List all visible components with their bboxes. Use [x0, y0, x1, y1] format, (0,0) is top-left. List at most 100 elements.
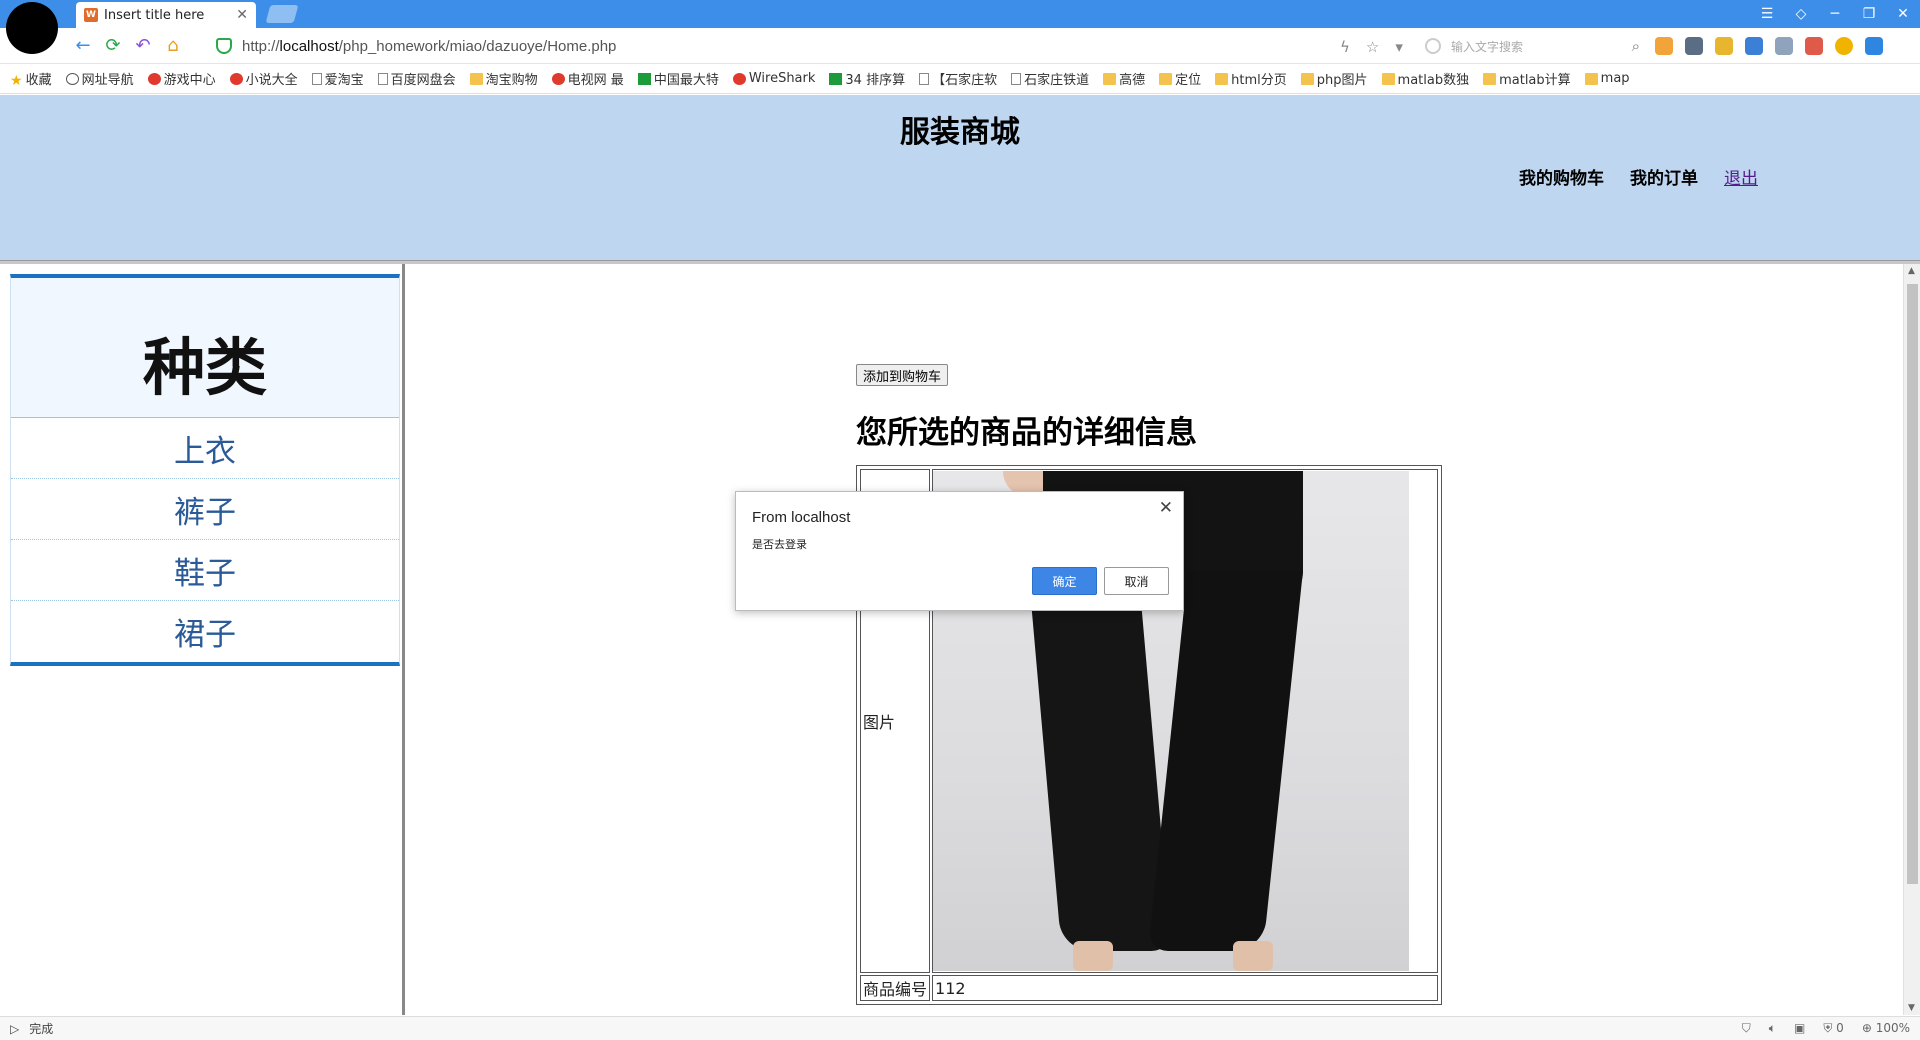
detail-title: 您所选的商品的详细信息 — [856, 415, 1197, 451]
scroll-down-icon[interactable]: ▼ — [1908, 1003, 1915, 1013]
reload-icon[interactable]: ⟳ — [98, 35, 128, 56]
green-icon — [637, 72, 651, 85]
bookmark-item[interactable]: 高德 — [1103, 69, 1145, 88]
key-icon[interactable] — [1715, 37, 1733, 55]
bookmark-label: 小说大全 — [245, 73, 298, 88]
zoom-level[interactable]: ⊕ 100% — [1862, 1021, 1910, 1036]
scissors-icon[interactable] — [1685, 37, 1703, 55]
page-icon — [311, 72, 322, 85]
menu-icon[interactable]: ☰ — [1750, 6, 1784, 22]
bookmark-item[interactable]: 爱淘宝 — [311, 69, 364, 88]
my-cart-link[interactable]: 我的购物车 — [1519, 164, 1604, 189]
alert-dialog: From localhost 是否去登录 ✕ 确定 取消 — [735, 491, 1184, 611]
page-scrollbar[interactable]: ▲ ▼ — [1903, 264, 1920, 1015]
bookmark-item[interactable]: 小说大全 — [229, 69, 298, 88]
status-bar: ▷ 完成 ⛉ 🔈︎ ▣ ⛨ 0 ⊕ 100% — [0, 1016, 1920, 1040]
category-item-shoes[interactable]: 鞋子 — [11, 540, 399, 601]
my-orders-link[interactable]: 我的订单 — [1630, 164, 1698, 189]
add-to-cart-button[interactable]: 添加到购物车 — [856, 364, 949, 386]
bookmark-star-icon[interactable]: ☆ — [1366, 38, 1379, 56]
ankle-shape — [1233, 941, 1274, 971]
security-icon[interactable]: ⛉ — [1742, 1021, 1751, 1036]
home-icon[interactable]: ⌂ — [158, 35, 188, 56]
confirm-button[interactable]: 确定 — [1032, 567, 1097, 595]
adblock-count[interactable]: ⛨ 0 — [1823, 1021, 1843, 1036]
category-item-tops[interactable]: 上衣 — [11, 418, 399, 479]
category-panel: 种类 上衣 裤子 鞋子 裙子 — [10, 274, 400, 666]
bookmark-item[interactable]: matlab数独 — [1381, 69, 1469, 88]
url-text[interactable]: http://localhost/php_homework/miao/dazuo… — [242, 38, 616, 55]
lightning-icon[interactable]: ϟ — [1340, 38, 1350, 56]
address-bar-actions: ϟ ☆ ▾ — [1340, 38, 1403, 56]
bookmark-item[interactable]: 定位 — [1159, 69, 1201, 88]
bookmark-item[interactable]: 淘宝购物 — [469, 69, 538, 88]
red-icon — [732, 72, 746, 85]
new-tab-button[interactable] — [265, 5, 299, 23]
search-engine-icon — [1425, 38, 1441, 54]
header-links: 我的购物车 我的订单 退出 — [1519, 164, 1758, 189]
logout-link[interactable]: 退出 — [1724, 164, 1758, 189]
translate-icon[interactable] — [1745, 37, 1763, 55]
bookmark-item[interactable]: map — [1584, 71, 1630, 86]
bookmark-item[interactable]: 34 排序算 — [829, 69, 905, 88]
restore-icon[interactable]: ❐ — [1852, 6, 1886, 22]
user-avatar[interactable] — [6, 2, 58, 54]
bookmark-label: WireShark — [748, 71, 816, 86]
close-icon[interactable]: ✕ — [1159, 498, 1173, 518]
extension-icon[interactable] — [1655, 37, 1673, 55]
ankle-shape — [1073, 941, 1114, 971]
bookmark-item[interactable]: ★ 收藏 — [10, 69, 52, 89]
play-icon[interactable]: ▷ — [10, 1022, 19, 1036]
bookmark-label: html分页 — [1231, 73, 1287, 88]
minimize-icon[interactable]: ─ — [1818, 6, 1852, 22]
dialog-message: 是否去登录 — [752, 538, 807, 551]
extension-icon[interactable] — [1805, 37, 1823, 55]
bookmark-item[interactable]: 电视网 最 — [551, 69, 624, 88]
table-row: 商品编号 112 — [860, 975, 1439, 1001]
cancel-button[interactable]: 取消 — [1104, 567, 1169, 595]
download-icon[interactable] — [1865, 37, 1883, 55]
bookmark-label: 定位 — [1175, 73, 1202, 88]
skin-icon[interactable]: ◇ — [1784, 6, 1818, 22]
close-window-icon[interactable]: ✕ — [1886, 6, 1920, 22]
bookmark-item[interactable]: 网址导航 — [65, 69, 134, 88]
bookmark-item[interactable]: 中国最大特 — [637, 69, 719, 88]
lock-icon[interactable]: ▣ — [1794, 1021, 1805, 1036]
bookmark-label: 收藏 — [25, 73, 52, 88]
folder-icon — [1300, 72, 1314, 85]
scrollbar-thumb[interactable] — [1907, 284, 1918, 884]
product-id-label: 商品编号 — [860, 975, 931, 1001]
scroll-up-icon[interactable]: ▲ — [1908, 266, 1915, 276]
category-item-skirts[interactable]: 裙子 — [11, 601, 399, 662]
page-favicon-icon: W — [84, 8, 98, 22]
bookmark-item[interactable]: matlab计算 — [1483, 69, 1571, 88]
bookmark-item[interactable]: 石家庄铁道 — [1011, 69, 1089, 88]
tab-close-icon[interactable]: ✕ — [236, 7, 248, 23]
bookmark-item[interactable]: php图片 — [1300, 69, 1368, 88]
product-id-value: 112 — [932, 975, 1439, 1001]
globe-icon — [65, 72, 79, 85]
undo-icon[interactable]: ↶ — [128, 35, 158, 56]
tab-title: Insert title here — [104, 7, 205, 23]
browser-tab[interactable]: W Insert title here ✕ — [76, 2, 256, 28]
folder-icon — [1103, 72, 1117, 85]
search-box[interactable]: 输入文字搜索 ⌕ — [1425, 34, 1640, 58]
search-icon[interactable]: ⌕ — [1632, 37, 1640, 55]
back-arrow-icon[interactable]: ← — [68, 35, 98, 56]
bookmark-item[interactable]: WireShark — [732, 71, 816, 86]
dropdown-icon[interactable]: ▾ — [1395, 38, 1403, 56]
bookmark-item[interactable]: html分页 — [1215, 69, 1287, 88]
smiley-icon[interactable] — [1835, 37, 1853, 55]
secure-shield-icon — [216, 38, 232, 54]
folder-icon — [469, 72, 483, 85]
bookmark-item[interactable]: 【石家庄软 — [919, 69, 997, 88]
volume-icon[interactable]: 🔈︎ — [1769, 1021, 1776, 1036]
pants-right-leg-shape — [1148, 571, 1303, 951]
address-bar[interactable]: http://localhost/php_homework/miao/dazuo… — [216, 32, 1386, 60]
cloud-icon[interactable] — [1775, 37, 1793, 55]
bookmark-item[interactable]: 百度网盘会 — [377, 69, 456, 88]
folder-icon — [1483, 72, 1497, 85]
category-sidebar: 种类 上衣 裤子 鞋子 裙子 — [0, 264, 405, 1015]
bookmark-item[interactable]: 游戏中心 — [147, 69, 216, 88]
category-item-pants[interactable]: 裤子 — [11, 479, 399, 540]
